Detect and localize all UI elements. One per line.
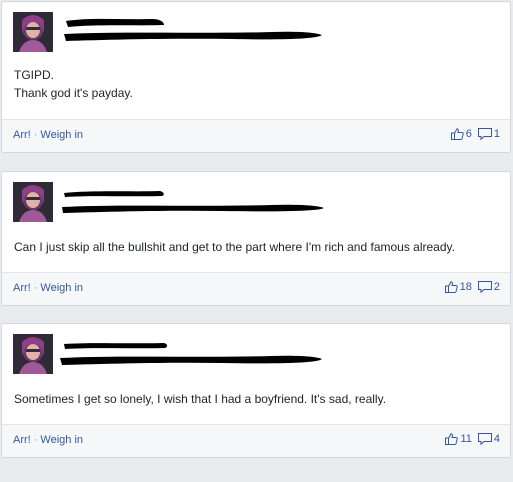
post-footer: Arr! · Weigh in 18 2 — [2, 272, 510, 305]
arr-link[interactable]: Arr! — [13, 129, 31, 141]
action-separator: · — [33, 129, 38, 141]
post-footer: Arr! · Weigh in 11 4 — [2, 424, 510, 457]
status-post: Sometimes I get so lonely, I wish that I… — [1, 323, 511, 458]
comment-bubble-icon[interactable] — [477, 281, 492, 293]
post-actions: Arr! · Weigh in — [13, 282, 83, 294]
post-footer: Arr! · Weigh in 6 1 — [2, 119, 510, 152]
post-counts: 18 2 — [444, 281, 500, 293]
avatar[interactable] — [13, 182, 53, 222]
status-text: Sometimes I get so lonely, I wish that I… — [14, 392, 387, 406]
redacted-name — [52, 12, 332, 48]
comment-bubble-icon[interactable] — [477, 433, 492, 445]
avatar[interactable] — [13, 12, 53, 52]
post-actions: Arr! · Weigh in — [13, 129, 83, 141]
weigh-in-link[interactable]: Weigh in — [40, 129, 83, 141]
comment-bubble-icon[interactable] — [477, 128, 492, 140]
like-count[interactable]: 6 — [466, 128, 472, 140]
post-counts: 11 4 — [445, 433, 500, 445]
status-text: TGIPD. Thank god it's payday. — [14, 68, 133, 100]
like-count[interactable]: 18 — [460, 281, 472, 293]
arr-link[interactable]: Arr! — [13, 282, 31, 294]
action-separator: · — [33, 434, 38, 446]
status-post: TGIPD. Thank god it's payday. Arr! · Weigh… — [1, 1, 511, 153]
comment-count[interactable]: 2 — [494, 281, 500, 293]
action-separator: · — [33, 282, 38, 294]
arr-link[interactable]: Arr! — [13, 434, 31, 446]
weigh-in-link[interactable]: Weigh in — [40, 282, 83, 294]
thumbs-up-icon[interactable] — [445, 433, 459, 445]
status-text: Can I just skip all the bullshit and get… — [14, 240, 455, 254]
post-actions: Arr! · Weigh in — [13, 434, 83, 446]
weigh-in-link[interactable]: Weigh in — [40, 434, 83, 446]
comment-count[interactable]: 1 — [494, 128, 500, 140]
avatar[interactable] — [13, 334, 53, 374]
status-post: Can I just skip all the bullshit and get… — [1, 171, 511, 306]
comment-count[interactable]: 4 — [494, 433, 500, 445]
like-count[interactable]: 11 — [460, 433, 471, 445]
thumbs-up-icon[interactable] — [450, 128, 464, 140]
redacted-name — [52, 334, 332, 370]
redacted-name — [52, 182, 332, 218]
post-counts: 6 1 — [450, 128, 500, 140]
thumbs-up-icon[interactable] — [444, 281, 458, 293]
